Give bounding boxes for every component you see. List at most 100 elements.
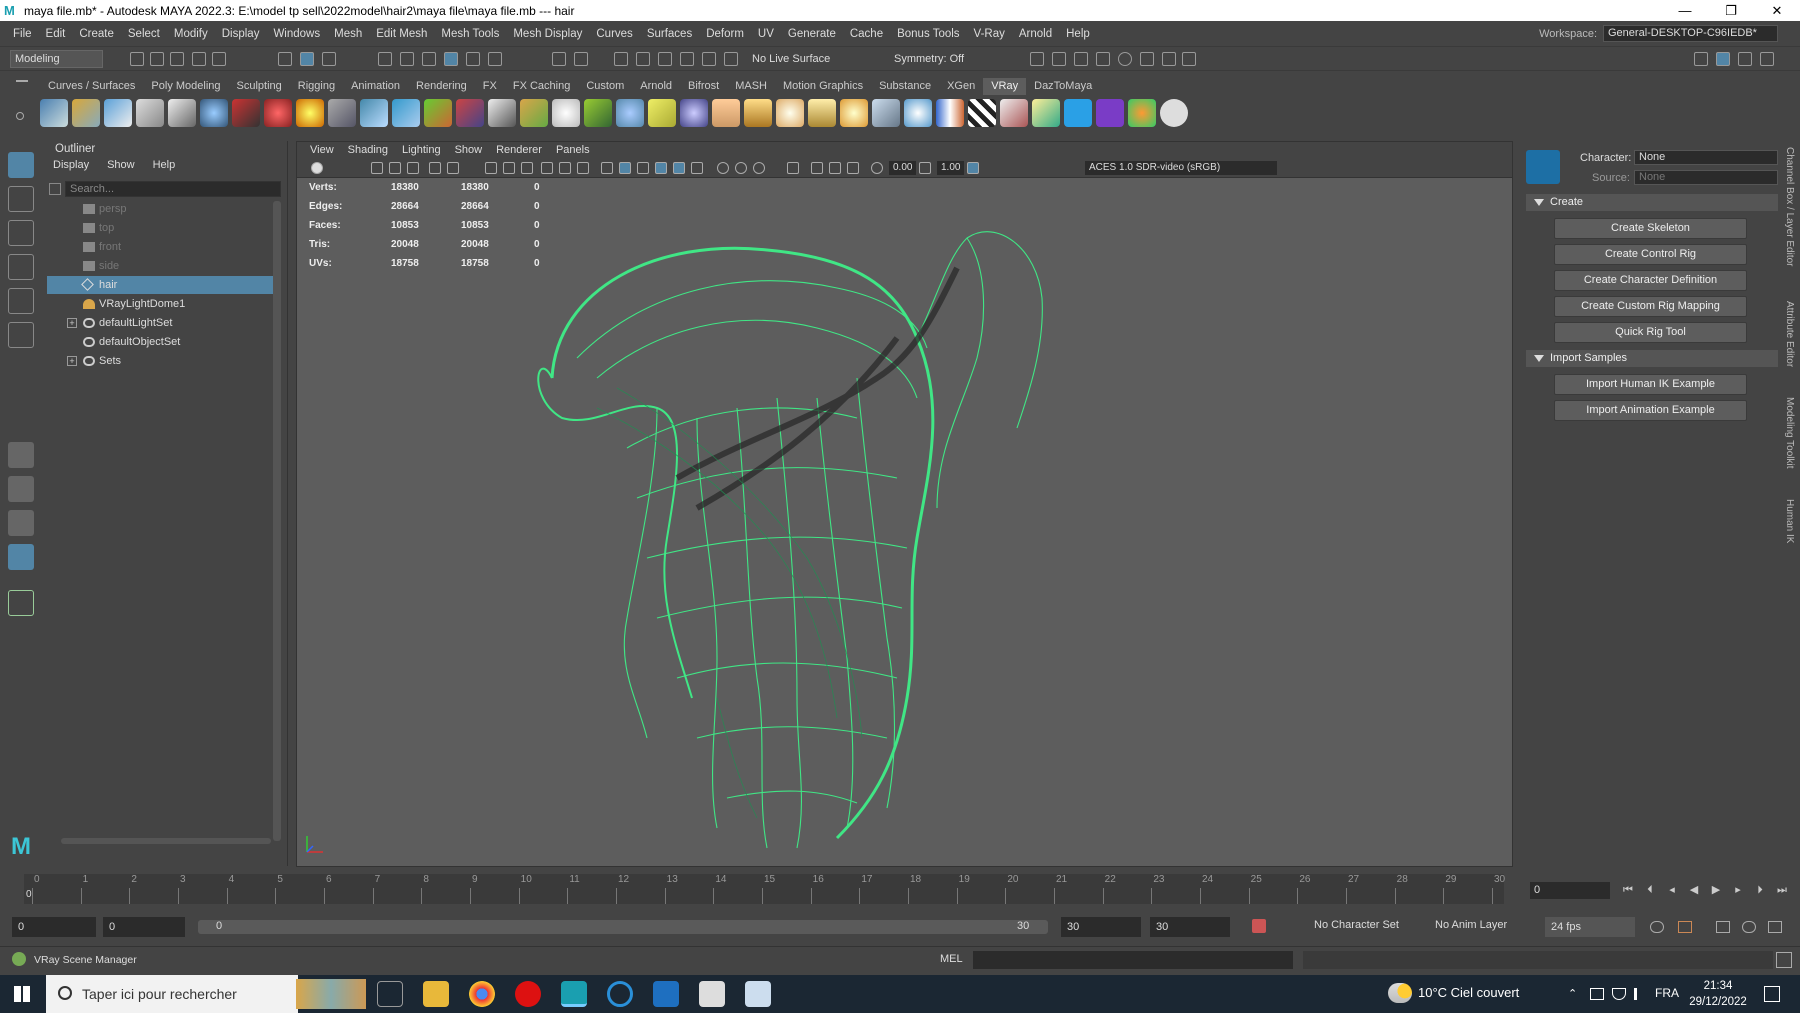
menu-help[interactable]: Help (1059, 28, 1097, 40)
vray-ies-light-icon[interactable] (808, 99, 836, 127)
time-ruler[interactable]: 0 1 2 3 4 5 6 7 8 9 10 11 12 13 14 15 16 17 18 19 20 21 22 23 24… (24, 874, 1505, 904)
chrome-icon[interactable] (469, 981, 495, 1007)
outliner-item-front[interactable]: front (47, 238, 275, 256)
arnold-render-icon[interactable] (1140, 52, 1154, 66)
settings-icon[interactable] (1768, 921, 1782, 933)
show-attribute-editor-icon[interactable] (1716, 52, 1730, 66)
animation-preferences-icon[interactable] (1742, 921, 1756, 933)
show-channel-box-icon[interactable] (1760, 52, 1774, 66)
gamma-field[interactable]: 1.00 (937, 161, 965, 175)
vray-plane-icon[interactable] (328, 99, 356, 127)
step-forward-frame-icon[interactable]: ▸ (1732, 884, 1744, 896)
xray-active-icon[interactable] (829, 162, 841, 174)
snap-grid-icon[interactable] (378, 52, 392, 66)
viewport-menu-shading[interactable]: Shading (341, 142, 395, 158)
lock-icon[interactable] (552, 52, 566, 66)
select-camera-icon[interactable] (311, 162, 323, 174)
outliner-vertical-scrollbar[interactable] (273, 201, 281, 841)
menu-display[interactable]: Display (215, 28, 267, 40)
rotate-tool-icon[interactable] (8, 288, 34, 314)
menu-modify[interactable]: Modify (167, 28, 215, 40)
photos-icon[interactable] (653, 981, 679, 1007)
vray-camera-icon[interactable] (232, 99, 260, 127)
select-component-icon[interactable] (322, 52, 336, 66)
exposure-field[interactable]: 0.00 (889, 161, 917, 175)
shelf-tab-motion-graphics[interactable]: Motion Graphics (775, 78, 871, 95)
create-custom-rig-mapping-button[interactable]: Create Custom Rig Mapping (1554, 296, 1747, 317)
outliner-search-input[interactable]: Search... (65, 181, 281, 197)
render-settings-icon[interactable] (702, 52, 716, 66)
two-d-pan-icon[interactable] (429, 162, 441, 174)
snap-curve-icon[interactable] (400, 52, 414, 66)
vray-cloud-icon[interactable] (1064, 99, 1092, 127)
vray-checker-icon[interactable] (968, 99, 996, 127)
vray-settings-icon[interactable] (40, 99, 68, 127)
vray-log-icon[interactable] (168, 99, 196, 127)
vray-icon[interactable] (1118, 52, 1132, 66)
paint-select-tool-icon[interactable] (8, 220, 34, 246)
save-scene-icon[interactable] (170, 52, 184, 66)
new-scene-icon[interactable] (130, 52, 144, 66)
chevron-up-icon[interactable]: ⌃ (1568, 987, 1577, 1000)
gamma-icon[interactable] (919, 162, 931, 174)
menu-edit-mesh[interactable]: Edit Mesh (369, 28, 434, 40)
outliner-menu-show[interactable]: Show (107, 159, 153, 171)
shelf-tab-fx-caching[interactable]: FX Caching (505, 78, 578, 95)
film-gate-icon[interactable] (503, 162, 515, 174)
workspace-dropdown[interactable]: General-DESKTOP-C96IEDB* (1603, 25, 1778, 42)
vray-chaos-icon[interactable] (1096, 99, 1124, 127)
import-animation-example-button[interactable]: Import Animation Example (1554, 400, 1747, 421)
current-frame-field[interactable]: 0 (1530, 882, 1610, 899)
network-app-icon[interactable] (745, 981, 771, 1007)
menu-mesh[interactable]: Mesh (327, 28, 369, 40)
side-tab-attribute-editor[interactable]: Attribute Editor (1784, 301, 1795, 367)
viewport-menu-view[interactable]: View (303, 142, 341, 158)
vray-grass-icon[interactable] (584, 99, 612, 127)
smooth-shade-icon[interactable] (619, 162, 631, 174)
search-icon[interactable] (8, 590, 34, 616)
taskbar-search-input[interactable]: Taper ici pour rechercher (46, 975, 298, 1013)
vray-texture-icon[interactable] (1000, 99, 1028, 127)
camera-attributes-icon[interactable] (371, 162, 383, 174)
shelf-tab-rigging[interactable]: Rigging (290, 78, 343, 95)
undo-icon[interactable] (192, 52, 206, 66)
menu-uv[interactable]: UV (751, 28, 781, 40)
step-back-key-icon[interactable]: ⏴ (1644, 884, 1656, 896)
playhead-frame-label[interactable]: 0 (26, 889, 32, 900)
outliner-layout-icon[interactable] (8, 544, 34, 570)
shelf-tab-rendering[interactable]: Rendering (408, 78, 475, 95)
shelf-tab-bifrost[interactable]: Bifrost (680, 78, 727, 95)
side-tab-modeling-toolkit[interactable]: Modeling Toolkit (1784, 397, 1795, 469)
wireframe-on-shaded-icon[interactable] (655, 162, 667, 174)
shelf-tab-custom[interactable]: Custom (578, 78, 632, 95)
single-perspective-layout-icon[interactable] (8, 442, 34, 468)
create-section-header[interactable]: Create (1526, 194, 1778, 211)
render-globals-icon[interactable] (1096, 52, 1110, 66)
select-hierarchy-icon[interactable] (278, 52, 292, 66)
exposure-icon[interactable] (871, 162, 883, 174)
grid-icon[interactable] (485, 162, 497, 174)
move-tool-icon[interactable] (8, 254, 34, 280)
vray-mtl-icon[interactable] (936, 99, 964, 127)
script-editor-icon[interactable] (1776, 952, 1792, 968)
show-modeling-toolkit-icon[interactable] (1694, 52, 1708, 66)
menu-windows[interactable]: Windows (266, 28, 327, 40)
vray-render-icon[interactable] (72, 99, 100, 127)
vray-material-icon[interactable] (200, 99, 228, 127)
play-forwards-icon[interactable]: ▶ (1710, 884, 1722, 896)
outliner-item-side[interactable]: side (47, 257, 275, 275)
menu-create[interactable]: Create (72, 28, 121, 40)
menu-arnold[interactable]: Arnold (1012, 28, 1059, 40)
grease-pencil-icon[interactable] (447, 162, 459, 174)
weather-text[interactable]: 10°C Ciel couvert (1418, 985, 1519, 1000)
construction-history-icon[interactable] (636, 52, 650, 66)
motion-blur-icon[interactable] (753, 162, 765, 174)
mel-toggle[interactable]: MEL (940, 953, 963, 965)
pause-icon[interactable] (1162, 52, 1176, 66)
playback-end-field[interactable]: 30 (1061, 917, 1141, 937)
vray-decal-icon[interactable] (520, 99, 548, 127)
isolate-select-icon[interactable] (787, 162, 799, 174)
show-tool-settings-icon[interactable] (1738, 52, 1752, 66)
make-live-icon[interactable] (488, 52, 502, 66)
vray-drop-icon[interactable] (392, 99, 420, 127)
